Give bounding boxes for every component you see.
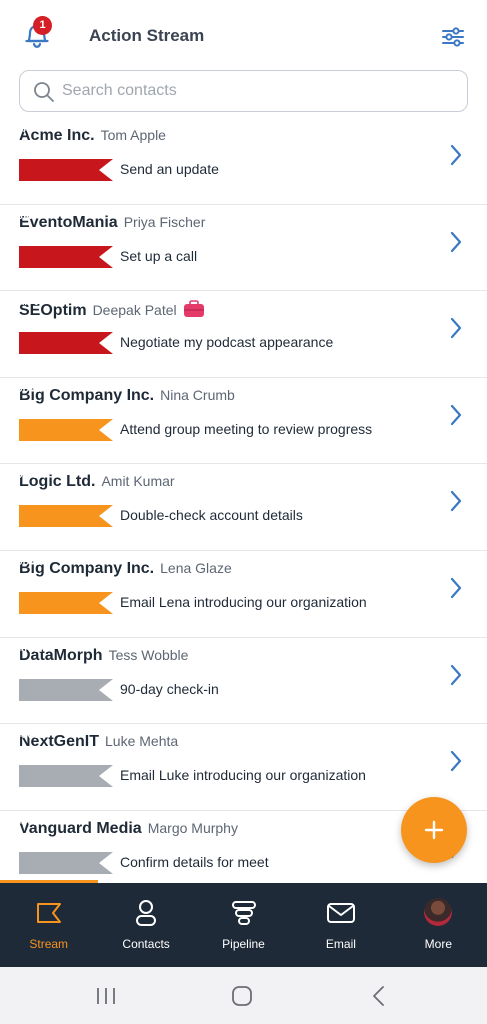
tab-label: Pipeline [222, 937, 265, 951]
action-row[interactable]: Logic Ltd. Amit Kumar TODAY Double-check … [0, 464, 487, 551]
due-tag-label: TODAY [10, 383, 42, 394]
contact-name: Lena Glaze [160, 559, 232, 576]
due-tag [19, 505, 113, 528]
contact-name: Margo Murphy [147, 819, 238, 836]
chevron-right-icon[interactable] [448, 230, 464, 254]
action-row[interactable]: NextGenIT Luke Mehta MAR 08 Email Luke in… [0, 724, 487, 811]
plus-icon [424, 820, 444, 840]
add-action-button[interactable] [401, 797, 467, 863]
due-tag-label: MAR 10 [10, 816, 45, 827]
due-tag [19, 591, 113, 614]
company-name: Big Company Inc. Nina Crumb [19, 386, 235, 404]
tab-pipeline[interactable]: Pipeline [195, 883, 292, 967]
due-tag-label: MAR 08 [10, 730, 45, 741]
search-input[interactable] [62, 71, 452, 110]
back-icon[interactable] [366, 983, 392, 1009]
due-tag [19, 332, 113, 355]
chevron-right-icon[interactable] [448, 663, 464, 687]
email-icon [326, 903, 355, 923]
task-text: Email Luke introducing our organization [120, 767, 366, 784]
contact-name: Priya Fischer [123, 213, 206, 230]
chevron-right-icon[interactable] [448, 749, 464, 773]
search-bar[interactable] [19, 70, 468, 112]
pipeline-icon [231, 901, 256, 925]
due-tag [19, 678, 113, 701]
stream-icon [36, 903, 61, 923]
company-name: Big Company Inc. Lena Glaze [19, 559, 232, 577]
task-text: Confirm details for meet [120, 853, 269, 870]
due-tag-label: TODAY [10, 470, 42, 481]
due-tag-label: ASAP [10, 124, 36, 134]
chevron-right-icon[interactable] [448, 576, 464, 600]
due-tag [19, 851, 113, 874]
task-text: Send an update [120, 161, 219, 177]
task-text: Attend group meeting to review progress [120, 420, 373, 437]
contacts-icon [136, 900, 157, 926]
task-text: Email Lena introducing our organization [120, 593, 367, 610]
due-tag [19, 245, 113, 268]
chevron-right-icon[interactable] [448, 489, 464, 513]
action-list: Acme Inc. Tom Apple ASAP Send an update E… [0, 118, 487, 897]
contact-name: Tess Wobble [108, 646, 189, 663]
company-name: EventoMania Priya Fischer [19, 213, 206, 231]
company-name: SEOptim Deepak Patel [19, 300, 205, 320]
action-row[interactable]: DataMorph Tess Wobble MAR 07 90-day check… [0, 638, 487, 725]
contact-name: Tom Apple [100, 127, 166, 143]
system-nav-bar [0, 967, 487, 1024]
avatar [424, 898, 453, 926]
tab-label: Email [325, 937, 356, 951]
company-name: Logic Ltd. Amit Kumar [19, 473, 175, 491]
tab-email[interactable]: Email [292, 883, 389, 967]
tab-label: Stream [29, 937, 69, 951]
task-text: Negotiate my podcast appearance [120, 334, 334, 351]
chevron-right-icon[interactable] [448, 143, 464, 167]
chevron-right-icon[interactable] [448, 316, 464, 340]
contact-name: Nina Crumb [160, 386, 235, 403]
due-tag-label: TODAY [10, 556, 42, 567]
app-header: 1 Action Stream [0, 0, 487, 66]
due-tag [19, 765, 113, 788]
recent-apps-icon[interactable] [93, 983, 119, 1009]
task-text: Double-check account details [120, 507, 303, 524]
action-row[interactable]: EventoMania Priya Fischer ASAP Set up a c… [0, 205, 487, 292]
tab-contacts[interactable]: Contacts [97, 883, 194, 967]
notification-badge: 1 [33, 16, 52, 35]
action-row[interactable]: Big Company Inc. Nina Crumb TODAY Attend … [0, 378, 487, 465]
task-text: 90-day check-in [120, 680, 219, 697]
bottom-tab-bar: Stream Contacts Pipeline Email More [0, 883, 487, 967]
search-icon [34, 82, 54, 102]
contact-name: Deepak Patel [92, 302, 177, 319]
chevron-right-icon[interactable] [448, 403, 464, 427]
due-tag [19, 159, 113, 181]
action-row[interactable]: SEOptim Deepak Patel MAR 05 Negotiate my … [0, 291, 487, 378]
tab-more[interactable]: More [390, 883, 487, 967]
tab-label: Contacts [122, 937, 170, 951]
company-name: Acme Inc. Tom Apple [19, 127, 166, 144]
company-name: DataMorph Tess Wobble [19, 646, 189, 664]
company-name: Vanguard Media Margo Murphy [19, 819, 238, 837]
sliders-icon[interactable] [440, 24, 466, 50]
briefcase-icon [183, 300, 204, 318]
action-row[interactable]: Acme Inc. Tom Apple ASAP Send an update [0, 118, 487, 205]
contact-name: Luke Mehta [105, 733, 179, 750]
due-tag-label: MAR 05 [10, 297, 45, 308]
task-text: Set up a call [120, 247, 198, 264]
page-title: Action Stream [89, 26, 205, 45]
tab-label: More [424, 937, 452, 951]
home-icon[interactable] [229, 983, 255, 1009]
due-tag-label: MAR 07 [10, 643, 45, 654]
action-row[interactable]: Big Company Inc. Lena Glaze TODAY Email L… [0, 551, 487, 638]
tab-stream[interactable]: Stream [0, 883, 97, 967]
due-tag-label: ASAP [10, 210, 36, 221]
contact-name: Amit Kumar [101, 473, 175, 490]
due-tag [19, 418, 113, 441]
